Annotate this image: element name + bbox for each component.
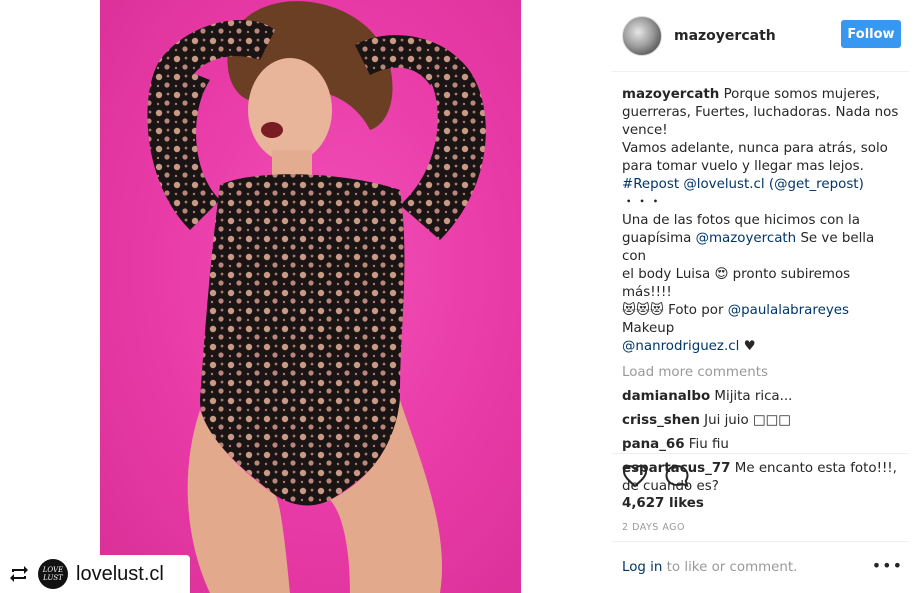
action-icons [622, 464, 690, 492]
heart-icon[interactable] [622, 464, 648, 492]
post-photo[interactable] [100, 0, 521, 593]
caption-text-8: el body Luisa 😍 pronto subiremos más!!!! [622, 267, 851, 300]
comment-text: Jui juio □□□ [704, 413, 791, 428]
post-sidebar: mazoyercath Follow mazoyercath Porque so… [612, 0, 915, 593]
post-timestamp: 2 DAYS AGO [622, 522, 685, 533]
repost-source-name[interactable]: lovelust.cl [76, 563, 164, 586]
caption-text-9b: Makeup [622, 321, 675, 336]
caption: mazoyercath Porque somos mujeres, [622, 86, 902, 104]
caption-text-6: Una de las fotos que hicimos con la [622, 213, 860, 228]
caption-text-3: vence! [622, 123, 668, 138]
caption-text-7a: guapísima [622, 231, 692, 246]
caption-dots: ・・・ [622, 195, 663, 210]
caption-text-5: para tomar vuelo y llegar mas lejos. [622, 159, 864, 174]
comment-item: pana_66 Fiu fiu [622, 436, 902, 454]
lovelust-logo: LOVE LUST [38, 559, 68, 589]
caption-text-4: Vamos adelante, nunca para atrás, solo [622, 141, 888, 156]
caption-text-10: @nanrodriguez.cl ♥ [622, 338, 902, 356]
post-header: mazoyercath Follow [612, 0, 909, 72]
heart-emoji: ♥ [743, 339, 756, 354]
caption-text-9: 😻😻😻 Foto por @paulalabrareyes Makeup [622, 302, 902, 338]
caption-text-2: guerreras, Fuertes, luchadoras. Nada nos [622, 105, 899, 120]
login-link[interactable]: Log in [622, 560, 662, 575]
comment-text: Mijita rica... [714, 389, 793, 404]
follow-button[interactable]: Follow [841, 20, 901, 48]
post-actions: 4,627 likes 2 DAYS AGO [612, 453, 909, 533]
post-media: LOVE LUST lovelust.cl [0, 0, 612, 593]
mention-nanrodriguez[interactable]: @nanrodriguez.cl [622, 339, 739, 354]
mention-lovelust[interactable]: @lovelust.cl [683, 177, 764, 192]
mention-paulalabrareyes[interactable]: @paulalabrareyes [728, 303, 849, 318]
hashtag-repost[interactable]: #Repost [622, 177, 679, 192]
repost-icon [8, 563, 30, 585]
photo-illustration [147, 1, 486, 593]
comment-item: damianalbo Mijita rica... [622, 388, 902, 406]
likes-count[interactable]: 4,627 likes [622, 496, 704, 511]
mention-get-repost[interactable]: @get_repost [774, 177, 858, 192]
login-prompt: Log in to like or comment. [622, 560, 797, 575]
load-more-comments[interactable]: Load more comments [622, 364, 902, 382]
comment-text: Fiu fiu [688, 437, 729, 452]
comment-icon[interactable] [664, 464, 690, 492]
login-prompt-text: to like or comment. [666, 560, 798, 575]
more-options-icon[interactable]: ••• [872, 556, 903, 575]
comments-list: mazoyercath Porque somos mujeres, guerre… [622, 86, 902, 496]
caption-text-9a: 😻😻😻 Foto por [622, 303, 724, 318]
repost-attribution[interactable]: LOVE LUST lovelust.cl [0, 555, 190, 593]
paren-close: ) [858, 177, 864, 192]
header-username[interactable]: mazoyercath [674, 28, 776, 44]
comment-username[interactable]: pana_66 [622, 437, 685, 452]
caption-text-7: guapísima @mazoyercath Se ve bella con [622, 230, 902, 266]
mention-mazoyercath[interactable]: @mazoyercath [696, 231, 797, 246]
caption-username[interactable]: mazoyercath [622, 87, 719, 102]
comment-username[interactable]: criss_shen [622, 413, 700, 428]
avatar[interactable] [622, 15, 662, 56]
comment-item: criss_shen Jui juio □□□ [622, 412, 902, 430]
login-footer: Log in to like or comment. ••• [612, 541, 909, 593]
comment-username[interactable]: damianalbo [622, 389, 710, 404]
caption-repost-line: #Repost @lovelust.cl (@get_repost) [622, 176, 902, 194]
caption-text-1: Porque somos mujeres, [723, 87, 880, 102]
